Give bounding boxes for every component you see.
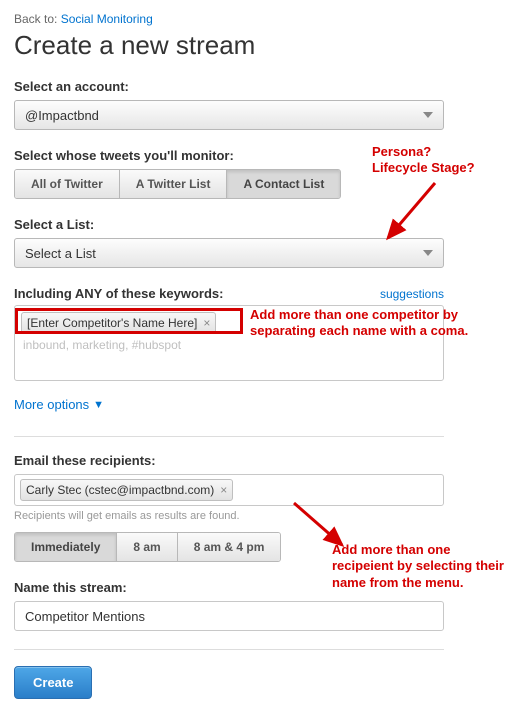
close-icon[interactable]: × [220, 483, 227, 497]
list-select[interactable]: Select a List [14, 238, 444, 268]
chevron-down-icon [423, 112, 433, 118]
recipients-label: Email these recipients: [14, 453, 508, 468]
recipients-select[interactable]: Carly Stec (cstec@impactbnd.com) × [14, 474, 444, 506]
close-icon[interactable]: × [203, 316, 210, 330]
recipient-tag-label: Carly Stec (cstec@impactbnd.com) [26, 483, 214, 497]
keywords-label: Including ANY of these keywords: [14, 286, 223, 301]
list-label: Select a List: [14, 217, 508, 232]
keyword-tag-label: [Enter Competitor's Name Here] [27, 316, 197, 330]
list-value: Select a List [25, 246, 96, 261]
monitor-all-twitter[interactable]: All of Twitter [15, 170, 120, 198]
back-prefix: Back to: [14, 12, 57, 26]
account-select[interactable]: @Impactbnd [14, 100, 444, 130]
more-options-label: More options [14, 397, 89, 412]
timing-segmented: Immediately 8 am 8 am & 4 pm [14, 532, 281, 562]
stream-name-input[interactable] [14, 601, 444, 631]
back-link[interactable]: Social Monitoring [61, 12, 153, 26]
divider [14, 436, 444, 437]
stream-name-label: Name this stream: [14, 580, 508, 595]
divider [14, 649, 444, 650]
keyword-tag: [Enter Competitor's Name Here] × [21, 312, 216, 334]
timing-8am-4pm[interactable]: 8 am & 4 pm [178, 533, 281, 561]
monitor-label: Select whose tweets you'll monitor: [14, 148, 508, 163]
account-value: @Impactbnd [25, 108, 99, 123]
more-options-toggle[interactable]: More options ▼ [14, 397, 104, 412]
keywords-input[interactable]: [Enter Competitor's Name Here] × inbound… [14, 305, 444, 381]
keywords-placeholder: inbound, marketing, #hubspot [21, 338, 437, 352]
recipients-helper: Recipients will get emails as results ar… [14, 510, 508, 522]
suggestions-link[interactable]: suggestions [380, 287, 444, 301]
timing-immediately[interactable]: Immediately [15, 533, 117, 561]
chevron-down-icon [423, 250, 433, 256]
create-button[interactable]: Create [14, 666, 92, 699]
monitor-contact-list[interactable]: A Contact List [227, 170, 340, 198]
triangle-down-icon: ▼ [93, 399, 104, 411]
monitor-segmented: All of Twitter A Twitter List A Contact … [14, 169, 341, 199]
breadcrumb: Back to: Social Monitoring [14, 12, 508, 26]
recipient-tag: Carly Stec (cstec@impactbnd.com) × [20, 479, 233, 501]
account-label: Select an account: [14, 79, 508, 94]
monitor-twitter-list[interactable]: A Twitter List [120, 170, 228, 198]
page-title: Create a new stream [14, 30, 508, 61]
timing-8am[interactable]: 8 am [117, 533, 177, 561]
